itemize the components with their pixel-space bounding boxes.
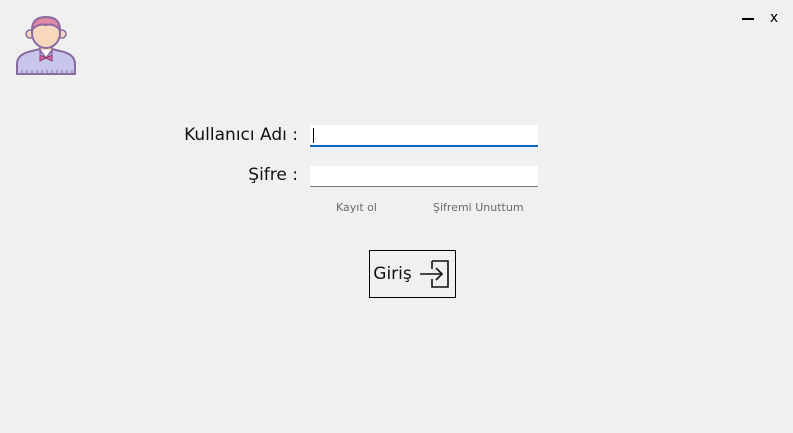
register-link[interactable]: Kayıt ol — [336, 201, 377, 214]
user-avatar-icon — [16, 15, 76, 75]
login-window: x Kullanıcı Adı : Şifre : Kayıt ol Şifre… — [0, 0, 793, 433]
password-label: Şifre : — [248, 165, 298, 185]
login-button-label: Giriş — [373, 264, 412, 284]
minimize-button[interactable] — [740, 10, 756, 28]
login-button[interactable]: Giriş — [369, 250, 456, 298]
username-field[interactable] — [310, 125, 538, 147]
forgot-password-link[interactable]: Şifremi Unuttum — [433, 201, 524, 214]
close-button[interactable]: x — [766, 9, 782, 27]
password-field[interactable] — [310, 166, 538, 187]
username-label: Kullanıcı Adı : — [184, 125, 298, 145]
sign-in-icon — [419, 260, 449, 288]
text-caret — [313, 128, 314, 143]
